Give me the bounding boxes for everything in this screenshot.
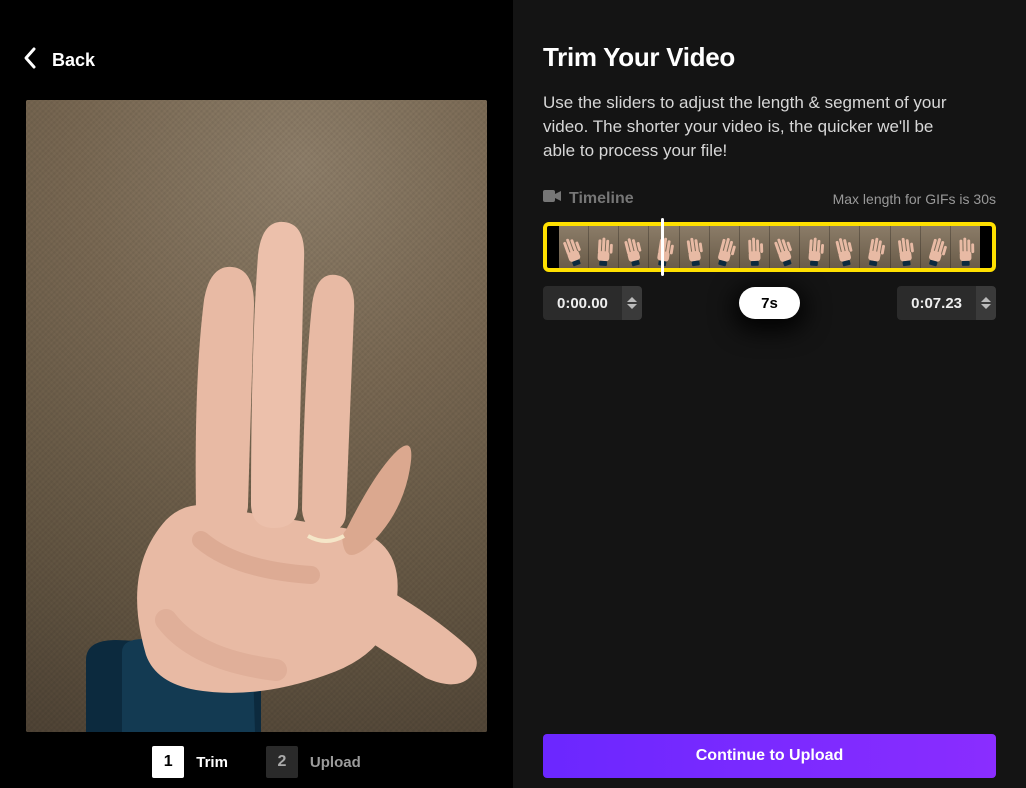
filmstrip-frame xyxy=(710,226,740,268)
chevron-down-icon[interactable] xyxy=(981,304,991,309)
timeline-header: Timeline Max length for GIFs is 30s xyxy=(543,189,996,208)
filmstrip-frame xyxy=(860,226,890,268)
chevron-up-icon[interactable] xyxy=(981,297,991,302)
timeline-label: Timeline xyxy=(543,189,634,208)
filmstrip-frames xyxy=(559,226,980,268)
page-description: Use the sliders to adjust the length & s… xyxy=(543,91,963,163)
filmstrip-frame xyxy=(619,226,649,268)
filmstrip-frame xyxy=(951,226,980,268)
step-2-badge[interactable]: 2 xyxy=(266,746,298,778)
step-1-label: Trim xyxy=(196,754,228,771)
trim-selection[interactable] xyxy=(543,222,996,272)
start-time-steppers[interactable] xyxy=(622,286,642,320)
timeline-label-text: Timeline xyxy=(569,190,634,208)
start-time-value[interactable]: 0:00.00 xyxy=(543,286,622,320)
end-time-value[interactable]: 0:07.23 xyxy=(897,286,976,320)
step-2-label: Upload xyxy=(310,754,361,771)
right-panel: Trim Your Video Use the sliders to adjus… xyxy=(513,0,1026,788)
filmstrip-frame xyxy=(921,226,951,268)
chevron-down-icon[interactable] xyxy=(627,304,637,309)
filmstrip-frame xyxy=(891,226,921,268)
step-1-badge[interactable]: 1 xyxy=(152,746,184,778)
end-time-steppers[interactable] xyxy=(976,286,996,320)
timeline-hint: Max length for GIFs is 30s xyxy=(833,191,996,207)
wizard-steps: 1 Trim 2 Upload xyxy=(0,746,513,778)
filmstrip-frame xyxy=(830,226,860,268)
chevron-up-icon[interactable] xyxy=(627,297,637,302)
video-preview[interactable] xyxy=(26,100,487,732)
end-time-box: 0:07.23 xyxy=(897,286,996,320)
filmstrip-frame xyxy=(800,226,830,268)
filmstrip-frame xyxy=(740,226,770,268)
continue-to-upload-button[interactable]: Continue to Upload xyxy=(543,734,996,778)
video-camera-icon xyxy=(543,189,561,208)
filmstrip-frame xyxy=(649,226,679,268)
left-panel: Back 1 Trim 2 xyxy=(0,0,513,788)
filmstrip-frame xyxy=(770,226,800,268)
back-label: Back xyxy=(52,50,95,71)
page-title: Trim Your Video xyxy=(543,42,1026,73)
filmstrip-frame xyxy=(559,226,589,268)
playhead[interactable] xyxy=(661,218,664,276)
time-controls: 0:00.00 7s 0:07.23 xyxy=(543,286,996,320)
duration-pill[interactable]: 7s xyxy=(739,287,800,319)
preview-hand xyxy=(26,100,487,732)
chevron-left-icon xyxy=(22,46,38,75)
back-button[interactable]: Back xyxy=(22,40,513,80)
timeline-filmstrip[interactable] xyxy=(543,222,996,272)
start-time-box: 0:00.00 xyxy=(543,286,642,320)
filmstrip-frame xyxy=(680,226,710,268)
filmstrip-frame xyxy=(589,226,619,268)
